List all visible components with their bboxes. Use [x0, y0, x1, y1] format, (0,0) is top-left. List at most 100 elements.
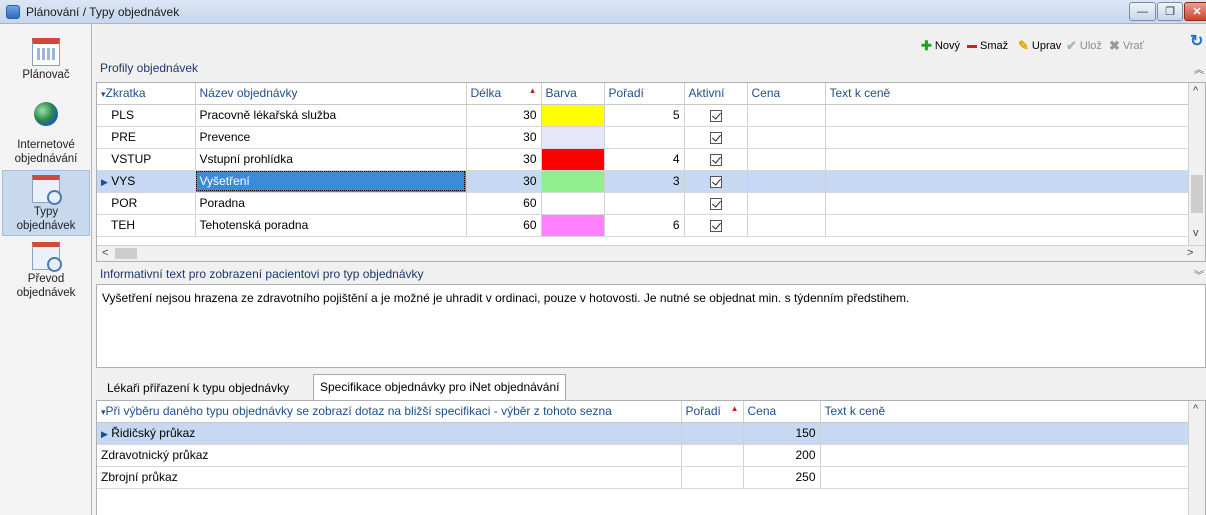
cell-code[interactable]: ▶ PLS	[97, 104, 196, 127]
cell-spec-order[interactable]	[681, 422, 744, 445]
table-row[interactable]: ▶ VYS Vyšetření 30 3	[97, 170, 1191, 193]
scroll-down-icon[interactable]: v	[1193, 227, 1199, 239]
cell-spec-price[interactable]: 250	[743, 466, 821, 489]
sidebar-item-order-transfer[interactable]: Převod objednávek	[2, 242, 90, 308]
cell-length[interactable]: 30	[466, 126, 542, 149]
cell-color[interactable]	[541, 170, 605, 193]
tab-inet-specification[interactable]: Specifikace objednávky pro iNet objednáv…	[313, 374, 567, 400]
cell-spec-price-text[interactable]	[820, 422, 1191, 445]
cell-order[interactable]: 5	[604, 104, 685, 127]
expand-info-icon[interactable]: ︾	[1194, 267, 1204, 282]
table-row[interactable]: ▶ PREPrevence30	[97, 126, 1191, 149]
scroll-up-icon[interactable]: ^	[1193, 403, 1198, 415]
cell-price[interactable]	[747, 104, 826, 127]
cell-spec-order[interactable]	[681, 466, 744, 489]
cell-spec-order[interactable]	[681, 444, 744, 467]
cell-order[interactable]	[604, 192, 685, 215]
refresh-button[interactable]: ↻	[1190, 34, 1203, 50]
cell-length[interactable]: 60	[466, 214, 542, 237]
cell-spec-name[interactable]: ▶Zdravotnický průkaz	[97, 444, 682, 467]
column-header-spec-order[interactable]: Pořadí ▲	[681, 401, 744, 423]
column-header-price[interactable]: Cena	[747, 83, 826, 105]
cell-price-text[interactable]	[825, 104, 1191, 127]
column-header-spec-price[interactable]: Cena	[743, 401, 821, 423]
save-button[interactable]: ✔ Ulož	[1066, 39, 1102, 52]
sidebar-item-internet-orders[interactable]: Internetové objednávání	[2, 100, 90, 168]
scroll-up-icon[interactable]: ^	[1193, 85, 1198, 97]
close-button[interactable]: ✕	[1184, 2, 1206, 21]
cell-spec-name[interactable]: ▶Zbrojní průkaz	[97, 466, 682, 489]
cell-price[interactable]	[747, 170, 826, 193]
cell-name[interactable]: Vstupní prohlídka	[195, 148, 467, 171]
sidebar-item-order-types[interactable]: Typy objednávek	[2, 170, 90, 236]
delete-button[interactable]: ▬ Smaž	[967, 40, 1008, 52]
cell-code[interactable]: ▶ TEH	[97, 214, 196, 237]
table-row[interactable]: ▶ PORPoradna60	[97, 192, 1191, 215]
column-header-color[interactable]: Barva	[541, 83, 605, 105]
cell-spec-price-text[interactable]	[820, 466, 1191, 489]
cell-price-text[interactable]	[825, 214, 1191, 237]
cell-color[interactable]	[541, 104, 605, 127]
cell-active[interactable]	[684, 104, 748, 127]
table-row[interactable]: ▶Zdravotnický průkaz 200	[97, 444, 1191, 467]
cell-price-text[interactable]	[825, 192, 1191, 215]
cell-price-text[interactable]	[825, 170, 1191, 193]
table-row[interactable]: ▶ Řidičský průkaz 150	[97, 422, 1191, 445]
cell-name[interactable]: Pracovně lékařská služba	[195, 104, 467, 127]
cell-color[interactable]	[541, 192, 605, 215]
column-header-code[interactable]: ▾Zkratka	[97, 83, 196, 105]
minimize-button[interactable]: —	[1129, 2, 1156, 21]
cell-name[interactable]: Tehotenská poradna	[195, 214, 467, 237]
cell-length[interactable]: 30	[466, 170, 542, 193]
column-header-order[interactable]: Pořadí	[604, 83, 685, 105]
cell-name[interactable]: Poradna	[195, 192, 467, 215]
cell-name[interactable]: Prevence	[195, 126, 467, 149]
cell-color[interactable]	[541, 148, 605, 171]
cell-price-text[interactable]	[825, 126, 1191, 149]
cell-spec-name[interactable]: ▶ Řidičský průkaz	[97, 422, 682, 445]
cell-active[interactable]	[684, 170, 748, 193]
cell-length[interactable]: 30	[466, 148, 542, 171]
cell-price[interactable]	[747, 148, 826, 171]
cell-length[interactable]: 60	[466, 192, 542, 215]
cell-name[interactable]: Vyšetření	[195, 170, 467, 193]
collapse-profiles-icon[interactable]: ︽	[1194, 61, 1204, 76]
cell-active[interactable]	[684, 148, 748, 171]
column-header-length[interactable]: Délka ▲	[466, 83, 542, 105]
column-header-spec-name[interactable]: ▾Při výběru daného typu objednávky se zo…	[97, 401, 682, 423]
active-checkbox[interactable]	[709, 153, 722, 166]
active-checkbox[interactable]	[709, 109, 722, 122]
spec-vertical-scrollbar[interactable]: ^	[1188, 401, 1205, 515]
column-header-active[interactable]: Aktivní	[684, 83, 748, 105]
cell-active[interactable]	[684, 214, 748, 237]
info-text-area[interactable]: Vyšetření nejsou hrazena ze zdravotního …	[96, 284, 1206, 368]
cell-color[interactable]	[541, 214, 605, 237]
sidebar-item-planovac[interactable]: Plánovač	[2, 38, 90, 96]
scroll-right-icon[interactable]: >	[1187, 247, 1193, 259]
cell-price[interactable]	[747, 192, 826, 215]
column-header-price-text[interactable]: Text k ceně	[825, 83, 1191, 105]
table-row[interactable]: ▶ TEHTehotenská poradna60 6	[97, 214, 1191, 237]
cell-price-text[interactable]	[825, 148, 1191, 171]
cell-active[interactable]	[684, 126, 748, 149]
cell-spec-price[interactable]: 150	[743, 422, 821, 445]
cell-code[interactable]: ▶ POR	[97, 192, 196, 215]
table-row[interactable]: ▶ VSTUPVstupní prohlídka30 4	[97, 148, 1191, 171]
cell-length[interactable]: 30	[466, 104, 542, 127]
cell-color[interactable]	[541, 126, 605, 149]
cell-price[interactable]	[747, 214, 826, 237]
table-row[interactable]: ▶Zbrojní průkaz 250	[97, 466, 1191, 489]
cell-spec-price[interactable]: 200	[743, 444, 821, 467]
profiles-horizontal-scrollbar[interactable]: < >	[97, 245, 1205, 261]
cell-price[interactable]	[747, 126, 826, 149]
new-button[interactable]: ✚ Nový	[921, 39, 960, 52]
cell-code[interactable]: ▶ PRE	[97, 126, 196, 149]
active-checkbox[interactable]	[709, 175, 722, 188]
revert-button[interactable]: ✖ Vrať	[1109, 39, 1144, 52]
cell-code[interactable]: ▶ VSTUP	[97, 148, 196, 171]
active-checkbox[interactable]	[709, 197, 722, 210]
cell-order[interactable]: 6	[604, 214, 685, 237]
active-checkbox[interactable]	[709, 219, 722, 232]
scroll-left-icon[interactable]: <	[102, 247, 108, 259]
scrollbar-thumb[interactable]	[1191, 175, 1203, 213]
